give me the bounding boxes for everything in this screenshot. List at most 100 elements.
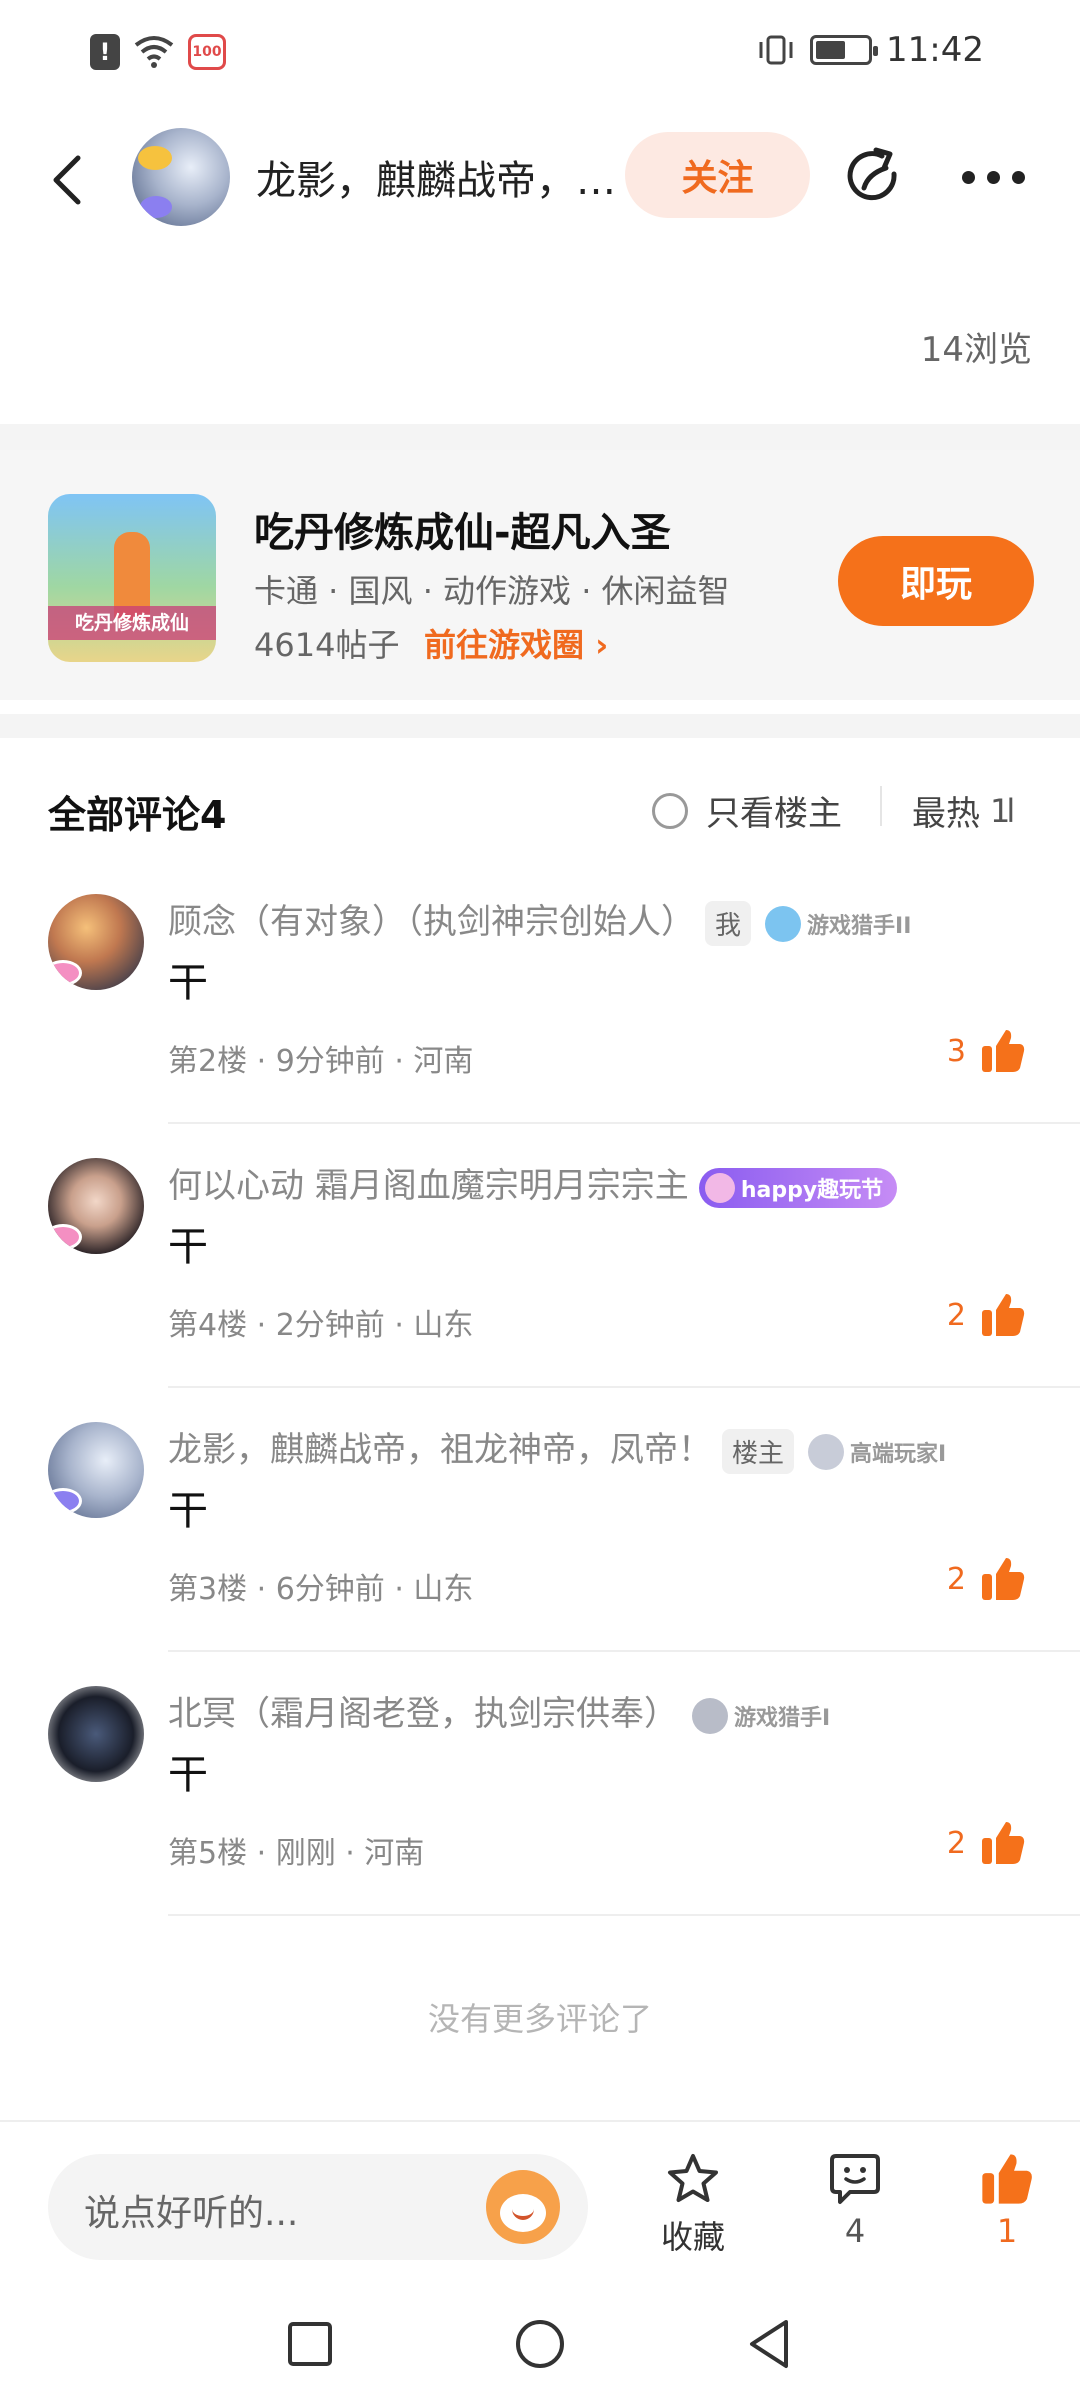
favorite-button[interactable]: 收藏 [638,2152,748,2258]
app-notification-icon: 100 [188,34,226,70]
medal-label: 游戏猎手I [734,1705,831,1731]
medal-icon [692,1697,728,1734]
comment-like-button[interactable]: 2 [947,1820,1026,1866]
more-options-icon[interactable] [962,162,1032,192]
thumbs-up-icon [982,1558,1025,1600]
medal-label: 游戏猎手II [807,913,912,939]
home-icon[interactable] [510,2314,570,2374]
medal-label: 高端玩家I [850,1441,947,1467]
like-count: 1 [996,2212,1018,2250]
notification-alert-icon: ! [90,34,120,70]
comment-text: 干 [168,1752,208,1798]
commenter-name-row: 龙影，麒麟战帝，祖龙神帝，凤帝！ 楼主 高端玩家I [168,1422,946,1474]
like-count: 2 [946,1561,966,1597]
thumbs-up-icon [982,1294,1025,1336]
like-button[interactable]: 1 [952,2152,1062,2250]
share-icon[interactable] [842,144,908,210]
commenter-avatar[interactable] [48,1686,144,1782]
comment-button[interactable]: 4 [800,2152,910,2250]
medal-badge[interactable]: 高端玩家I [808,1433,947,1470]
commenter-name[interactable]: 北冥（霜月阁老登，执剑宗供奉） [168,1694,678,1734]
commenter-name[interactable]: 何以心动 霜月阁血魔宗明月宗宗主 [168,1166,689,1206]
status-bar: ! 100 11:42 [0,0,1080,110]
like-count: 3 [946,1033,966,1069]
back-nav-icon[interactable] [740,2314,800,2374]
commenter-name[interactable]: 龙影，麒麟战帝，祖龙神帝，凤帝！ [168,1430,712,1470]
game-circle-link[interactable]: 前往游戏圈 › [424,620,608,666]
comment-meta: 第3楼 · 6分钟前 · 山东 [168,1572,474,1607]
pet-badge-icon [48,1224,82,1250]
game-card[interactable]: 吃丹修炼成仙 吃丹修炼成仙-超凡入圣 卡通 · 国风 · 动作游戏 · 休闲益智… [0,450,1080,700]
comment-item: 顾念（有对象）（执剑神宗创始人）我 游戏猎手II 干 第2楼 · 9分钟前 · 河… [0,894,1080,1158]
comment-like-button[interactable]: 3 [947,1028,1026,1074]
comment-text: 干 [168,960,208,1006]
comment-count: 4 [844,2212,866,2250]
like-count: 2 [946,1297,966,1333]
sort-button[interactable]: 最热 1l [912,786,1015,835]
op-badge: 楼主 [722,1429,795,1474]
like-count: 2 [946,1825,966,1861]
follow-button[interactable]: 关注 [625,132,810,218]
comment-input[interactable]: 说点好听的... [48,2154,588,2260]
pet-badge-icon [48,960,82,986]
only-op-toggle[interactable]: 只看楼主 [652,786,842,835]
mascot-icon[interactable] [486,2170,560,2244]
comment-divider [168,1914,1080,1916]
commenter-name[interactable]: 顾念（有对象）（执剑神宗创始人） [168,902,695,942]
only-op-label: 只看楼主 [706,794,842,834]
no-more-comments: 没有更多评论了 [427,2000,652,2038]
status-time: 11:42 [886,30,984,70]
commenter-name-row: 何以心动 霜月阁血魔宗明月宗宗主 happy趣玩节 [168,1158,898,1208]
comment-item: 何以心动 霜月阁血魔宗明月宗宗主 happy趣玩节 干 第4楼 · 2分钟前 · … [0,1158,1080,1422]
play-now-button[interactable]: 即玩 [838,536,1034,626]
pet-badge-icon [48,1488,82,1514]
game-icon-banner: 吃丹修炼成仙 [48,606,216,640]
medal-badge[interactable]: 游戏猎手II [765,905,912,942]
pet-badge-icon [140,196,172,218]
commenter-name-row: 顾念（有对象）（执剑神宗创始人）我 游戏猎手II [168,894,911,946]
system-nav-bar [0,2290,1080,2400]
game-post-count: 4614帖子 [254,626,400,664]
comment-like-button[interactable]: 2 [947,1292,1026,1338]
favorite-label: 收藏 [660,2218,725,2256]
status-left: ! 100 [90,34,226,70]
thumbs-up-icon [982,1030,1025,1072]
wifi-icon [134,36,174,68]
vibrate-icon [759,35,793,65]
star-icon [668,2154,718,2202]
game-tags: 卡通 · 国风 · 动作游戏 · 休闲益智 [254,572,730,610]
comment-item: 龙影，麒麟战帝，祖龙神帝，凤帝！ 楼主 高端玩家I 干 第3楼 · 6分钟前 · 山… [0,1422,1080,1686]
sort-label: 最热 [912,794,980,834]
comment-bubble-icon [830,2154,880,2204]
medal-icon [704,1172,735,1203]
post-header: 龙影，麒麟战帝，祖龙神帝，凤帝！ 关注 [0,110,1080,240]
recent-apps-icon[interactable] [280,2314,340,2374]
sunglasses-emoji-icon [138,146,172,170]
status-right: 11:42 [756,30,984,70]
comment-divider [168,1650,1080,1652]
commenter-avatar[interactable] [48,1158,144,1254]
medal-badge[interactable]: 游戏猎手I [692,1697,831,1734]
medal-label: happy趣玩节 [740,1177,884,1203]
comment-item: 北冥（霜月阁老登，执剑宗供奉） 游戏猎手I 干 第5楼 · 刚刚 · 河南 2 [0,1686,1080,1950]
back-icon[interactable] [44,150,94,210]
section-divider [0,424,1080,450]
thumbs-up-icon [982,2154,1032,2204]
radio-icon[interactable] [652,792,688,829]
me-badge: 我 [705,901,752,946]
medal-icon [808,1433,845,1470]
thumbs-up-icon [982,1822,1025,1864]
commenter-avatar[interactable] [48,1422,144,1518]
medal-icon [765,905,802,942]
comment-input-placeholder: 说点好听的... [84,2193,299,2234]
author-name[interactable]: 龙影，麒麟战帝，祖龙神帝，凤帝！ [256,148,626,206]
game-name[interactable]: 吃丹修炼成仙-超凡入圣 [254,500,671,558]
commenter-name-row: 北冥（霜月阁老登，执剑宗供奉） 游戏猎手I [168,1686,830,1735]
comment-like-button[interactable]: 2 [947,1556,1026,1602]
battery-icon [810,35,879,65]
event-medal-badge[interactable]: happy趣玩节 [698,1167,898,1208]
commenter-avatar[interactable] [48,894,144,990]
author-avatar[interactable] [132,128,230,226]
vertical-divider [880,786,882,826]
game-icon[interactable]: 吃丹修炼成仙 [48,494,216,662]
